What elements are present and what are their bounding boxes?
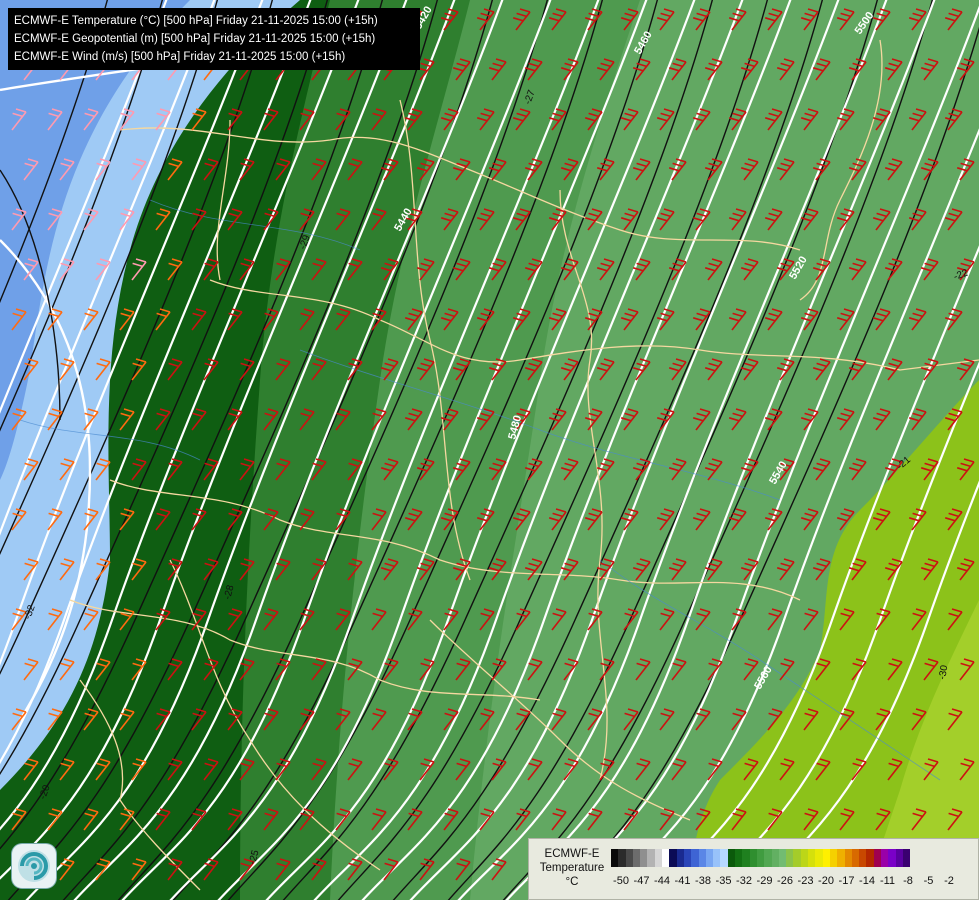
legend-swatch <box>625 849 633 867</box>
ecmwf-logo-icon <box>12 844 56 888</box>
legend-swatch <box>859 849 867 867</box>
header-geopotential-line: ECMWF-E Geopotential (m) [500 hPa] Frida… <box>14 33 376 45</box>
legend-swatch <box>888 849 896 867</box>
legend-swatch <box>822 849 830 867</box>
legend-swatch <box>683 849 692 867</box>
legend-swatch <box>844 849 852 867</box>
header-wind-line: ECMWF-E Wind (m/s) [500 hPa] Friday 21-1… <box>14 51 346 63</box>
legend-swatch <box>800 849 809 867</box>
legend-swatch <box>713 849 721 867</box>
legend-swatch <box>815 849 823 867</box>
legend-swatch <box>742 849 750 867</box>
map-header: ECMWF-E Temperature (°C) [500 hPa] Frida… <box>8 8 420 70</box>
legend-tick-label: -20 <box>818 875 834 887</box>
legend-tick-label: -26 <box>777 875 793 887</box>
legend-swatch <box>698 849 706 867</box>
legend-tick-label: -38 <box>695 875 711 887</box>
legend-swatch <box>902 849 911 867</box>
legend-tick-label: -11 <box>879 875 896 887</box>
legend-swatch <box>727 849 736 867</box>
legend-tick-label: -47 <box>633 875 650 887</box>
legend-swatch <box>895 849 903 867</box>
legend-tick-labels: -50 -47 -44 -41 -38 -35 -32 -29 -26 -23 -20 -17 -14-… <box>611 875 971 889</box>
legend-swatch <box>632 849 641 867</box>
legend-tick-label: -14 <box>859 875 875 887</box>
legend-tick-label: -17 <box>838 875 855 887</box>
legend-label: ECMWF-E Temperature °C <box>535 847 609 889</box>
legend-swatch <box>611 849 619 867</box>
legend-tick-label: -41 <box>674 875 691 887</box>
legend-swatch <box>647 849 655 867</box>
legend-swatch <box>771 849 779 867</box>
legend-swatch <box>654 849 663 867</box>
legend-swatch <box>873 849 881 867</box>
color-legend: ECMWF-E Temperature °C -50 -47 -44 -41 -38 -3… <box>528 838 979 900</box>
weather-map[interactable]: 5420 5440 5460 5480 5500 5520 5540 5560 -32 -30 -2… <box>0 0 979 900</box>
legend-color-bar <box>611 849 911 867</box>
legend-variable: Temperature <box>539 862 605 874</box>
legend-swatch <box>669 849 677 867</box>
legend-tick-label: -35 <box>715 875 732 887</box>
legend-swatch <box>720 849 728 867</box>
legend-swatch <box>756 849 765 867</box>
map-canvas: 54205440546054805500552055405560-32-30-2… <box>0 0 979 900</box>
legend-tick-label: -29 <box>756 875 773 887</box>
legend-title: ECMWF-E <box>544 848 600 860</box>
legend-swatch <box>764 849 772 867</box>
legend-unit: °C <box>565 876 579 888</box>
legend-swatch <box>793 849 801 867</box>
legend-swatch <box>778 849 787 867</box>
legend-swatch <box>880 849 889 867</box>
legend-tick-label: -44 <box>654 875 670 887</box>
legend-swatch <box>851 849 860 867</box>
legend-swatch <box>691 849 699 867</box>
legend-tick-label: -50 <box>613 875 629 887</box>
header-temperature-line: ECMWF-E Temperature (°C) [500 hPa] Frida… <box>14 15 378 27</box>
legend-swatch <box>618 849 626 867</box>
legend-swatch <box>662 849 670 867</box>
legend-swatch <box>705 849 714 867</box>
legend-swatch <box>749 849 757 867</box>
legend-tick-label: -2 <box>944 875 954 887</box>
legend-tick-label: -23 <box>797 875 814 887</box>
legend-swatch <box>640 849 648 867</box>
legend-tick-label: -32 <box>736 875 752 887</box>
legend-swatch <box>866 849 874 867</box>
legend-swatch <box>735 849 743 867</box>
legend-swatch <box>786 849 794 867</box>
legend-swatch <box>829 849 838 867</box>
legend-swatch <box>808 849 816 867</box>
legend-swatch <box>837 849 845 867</box>
legend-swatch <box>676 849 684 867</box>
legend-tick-label: -8 <box>903 875 913 887</box>
legend-tick-label: -5 <box>923 875 934 887</box>
